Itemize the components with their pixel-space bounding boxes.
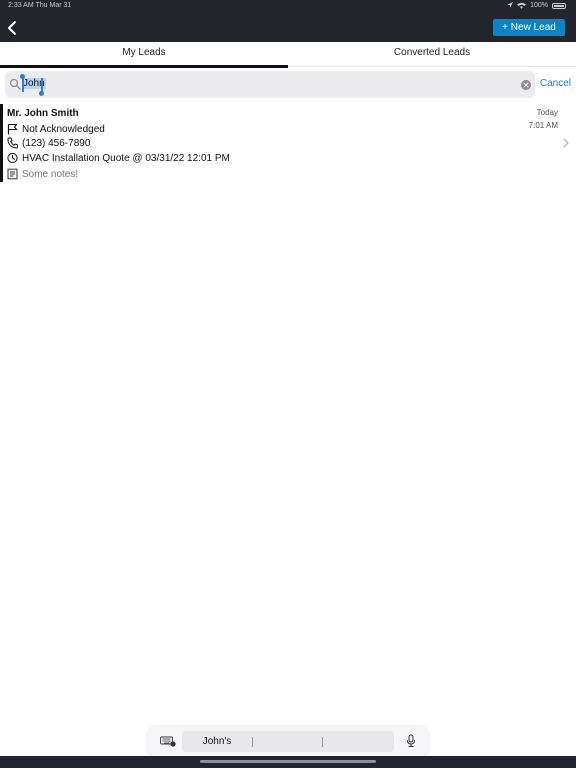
keyboard-shortcut-bar: John's [148,727,428,756]
search-field[interactable]: John [5,71,535,98]
lead-appointment-row: HVAC Installation Quote @ 03/31/22 12:01… [7,152,230,164]
flag-icon [7,123,18,135]
tab-bar: My Leads Converted Leads [0,42,576,68]
selection-handle-end[interactable] [39,91,44,96]
lead-appointment: HVAC Installation Quote @ 03/31/22 12:01… [22,152,230,164]
status-time: 2:33 AM Thu Mar 31 [8,2,72,9]
lead-status: Not Acknowledged [22,123,105,135]
clear-search-button[interactable] [521,80,531,90]
lead-status-bar [0,104,3,182]
cancel-button[interactable]: Cancel [540,78,571,89]
wifi-icon [517,2,527,9]
notes-icon [7,168,18,180]
location-icon [507,2,514,8]
suggestion-3[interactable] [322,731,392,752]
search-icon [9,78,21,90]
tab-converted-leads-label: Converted Leads [393,47,471,58]
clock-icon [7,152,18,164]
lead-time: 7:01 AM [528,121,558,130]
battery-icon [552,2,566,9]
active-tab-indicator [0,65,288,68]
lead-date: Today [536,108,558,117]
phone-icon [7,137,18,149]
battery-percent: 100% [530,2,548,9]
predictive-suggestions: John's [182,731,394,752]
home-indicator-strip [0,756,576,768]
top-bar: 2:33 AM Thu Mar 31 100% + New Lead [0,0,576,42]
tab-my-leads-label: My Leads [122,47,166,58]
chevron-right-icon [563,138,569,148]
search-row: John Cancel [5,71,571,99]
selection-line-end [41,78,43,92]
clear-icon [523,82,529,88]
lead-list-item[interactable]: Mr. John Smith Not Acknowledged (123) 45… [0,104,576,182]
selection-line-start [22,78,24,92]
lead-notes-row: Some notes! [7,168,78,180]
lead-name: Mr. John Smith [7,108,79,119]
new-lead-button[interactable]: + New Lead [493,19,565,36]
lead-phone: (123) 456-7890 [22,137,91,149]
back-button[interactable] [4,18,22,38]
keyboard-icon[interactable] [160,736,176,747]
chevron-left-icon [8,21,16,35]
lead-notes: Some notes! [22,168,79,180]
status-icons: 100% [507,2,566,9]
status-bar: 2:33 AM Thu Mar 31 100% [0,2,576,12]
suggestion-1[interactable]: John's [182,731,252,752]
suggestion-2[interactable] [252,731,322,752]
tab-converted-leads[interactable]: Converted Leads [288,42,576,67]
lead-status-row: Not Acknowledged [7,123,105,135]
lead-phone-row: (123) 456-7890 [7,137,90,149]
microphone-icon[interactable] [406,734,416,748]
tab-my-leads[interactable]: My Leads [0,42,288,68]
home-indicator[interactable] [200,760,376,763]
